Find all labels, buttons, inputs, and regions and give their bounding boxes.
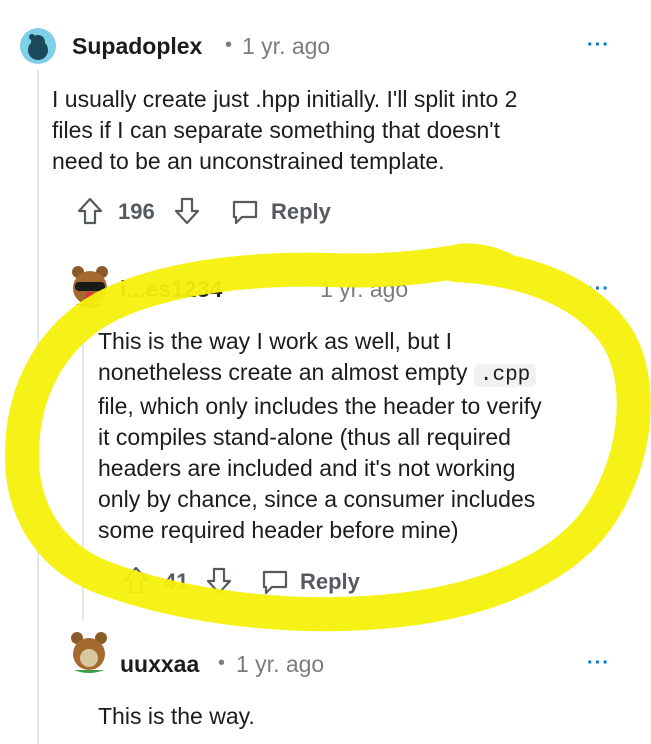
- bear-avatar-icon: [71, 632, 107, 673]
- comment-line: file, which only includes the header to …: [98, 393, 542, 419]
- more-options-icon[interactable]: ···: [587, 34, 610, 57]
- username[interactable]: Supadoplex: [72, 33, 202, 60]
- comment-body: This is the way.: [98, 701, 618, 732]
- bear-avatar-icon: [72, 266, 108, 308]
- more-options-icon[interactable]: ···: [587, 652, 610, 675]
- username[interactable]: i...es1234: [120, 276, 222, 303]
- avatar[interactable]: [66, 262, 114, 310]
- reply-icon[interactable]: [230, 198, 260, 226]
- downvote-icon[interactable]: [205, 566, 233, 596]
- comment-body: I usually create just .hpp initially. I'…: [52, 84, 612, 177]
- upvote-icon[interactable]: [122, 565, 150, 595]
- comment-line: some required header before mine): [98, 517, 459, 543]
- avatar[interactable]: [20, 28, 56, 64]
- vote-count: 196: [118, 199, 155, 224]
- comment-line: nonetheless create an almost empty .cpp: [98, 357, 618, 391]
- snoo-avatar-icon: [28, 34, 48, 60]
- reply-button[interactable]: Reply: [300, 569, 360, 595]
- avatar[interactable]: [66, 628, 112, 674]
- timestamp: 1 yr. ago: [236, 651, 325, 677]
- timestamp: 1 yr. ago: [320, 276, 409, 302]
- reply-icon[interactable]: [260, 568, 290, 596]
- comment-line: This is the way I work as well, but I: [98, 328, 453, 354]
- comment-line: only by chance, since a consumer include…: [98, 486, 536, 512]
- separator-dot: •: [218, 652, 226, 674]
- comment-text: nonetheless create an almost empty: [98, 359, 468, 385]
- inline-code: .cpp: [473, 364, 537, 387]
- upvote-icon[interactable]: [76, 196, 104, 226]
- separator-dot: •: [225, 34, 233, 56]
- comment-line: headers are included and it's not workin…: [98, 455, 516, 481]
- thread-line-reply[interactable]: [82, 320, 84, 620]
- comment-line: I usually create just .hpp initially. I'…: [52, 86, 518, 112]
- comment-line: need to be an unconstrained template.: [52, 148, 445, 174]
- comment-body: This is the way I work as well, but I no…: [98, 326, 618, 546]
- comment-line: files if I can separate something that d…: [52, 117, 501, 143]
- more-options-icon[interactable]: ···: [587, 278, 610, 301]
- vote-count: 41: [164, 569, 189, 594]
- username[interactable]: uuxxaa: [120, 651, 199, 678]
- comment-line: This is the way.: [98, 703, 255, 729]
- comment-line: it compiles stand-alone (thus all requir…: [98, 424, 511, 450]
- thread-line-root[interactable]: [37, 70, 39, 744]
- downvote-icon[interactable]: [173, 196, 201, 226]
- reply-button[interactable]: Reply: [271, 199, 331, 225]
- timestamp: 1 yr. ago: [242, 33, 331, 59]
